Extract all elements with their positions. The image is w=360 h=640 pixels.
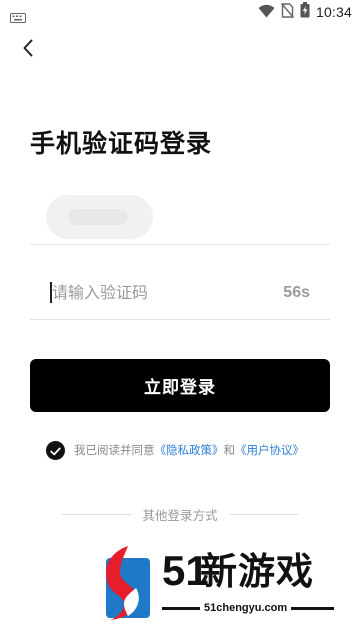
other-login-divider: 其他登录方式 [62,505,299,523]
phone-number-field[interactable] [30,190,330,245]
status-bar: 10:34 [0,0,360,24]
keyboard-icon [10,8,26,27]
text-caret [50,282,52,303]
page-title: 手机验证码登录 [30,129,213,158]
verification-code-row: 56s [30,266,330,320]
watermark-logo: 51 新游戏 51chengyu.com [100,544,338,622]
back-button[interactable] [14,36,42,64]
verification-code-input[interactable] [50,279,250,305]
privacy-policy-link[interactable]: 《隐私政策》 [155,442,224,458]
no-sim-icon [280,2,294,22]
battery-charging-icon [300,2,310,22]
agreement-checkbox[interactable] [46,440,65,460]
status-time: 10:34 [315,4,352,20]
watermark-url: 51chengyu.com [200,600,292,616]
other-login-label: 其他登录方式 [142,507,218,523]
resend-countdown[interactable]: 56s [283,284,310,302]
login-button[interactable]: 立即登录 [30,359,330,412]
watermark-chinese: 新游戏 [200,550,314,593]
divider-line-right [229,513,299,515]
agreement-row: 我已阅读并同意 《隐私政策》 和 《用户协议》 [46,440,304,460]
checkmark-icon [50,441,61,460]
agreement-prefix: 我已阅读并同意 [74,443,155,457]
masked-phone-number [46,195,153,239]
wifi-icon [258,3,275,22]
redaction-blur [68,209,128,225]
agreement-and: 和 [223,443,236,457]
user-agreement-link[interactable]: 《用户协议》 [235,442,304,458]
divider-line-left [62,513,131,515]
back-chevron-icon [22,39,34,61]
